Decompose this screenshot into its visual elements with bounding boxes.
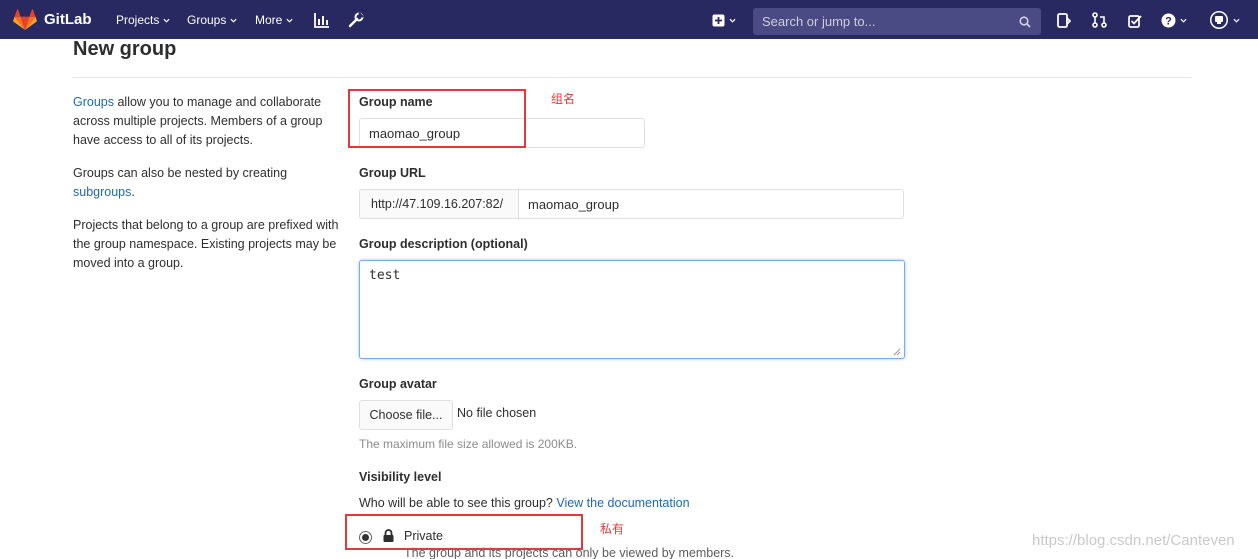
chevron-down-icon xyxy=(163,18,170,23)
group-description-label: Group description (optional) xyxy=(359,237,528,251)
info-text: Groups can also be nested by creating xyxy=(73,166,288,180)
activity-chart-icon[interactable] xyxy=(314,12,330,28)
svg-text:?: ? xyxy=(1165,16,1172,28)
group-url-label: Group URL xyxy=(359,166,426,180)
search-icon xyxy=(1019,16,1031,28)
group-info-panel: Groups allow you to manage and collabora… xyxy=(73,93,341,287)
nav-more[interactable]: More xyxy=(255,13,293,27)
nav-projects-label: Projects xyxy=(116,13,160,27)
visibility-level-label: Visibility level xyxy=(359,470,442,484)
visibility-question-text: Who will be able to see this group? xyxy=(359,496,557,510)
visibility-question: Who will be able to see this group? View… xyxy=(359,496,690,510)
info-paragraph-groups: Groups allow you to manage and collabora… xyxy=(73,93,341,150)
annotation-box-group-name xyxy=(348,89,526,148)
chevron-down-icon xyxy=(1180,18,1187,23)
info-text-end: . xyxy=(131,185,135,199)
issues-icon[interactable] xyxy=(1057,12,1071,28)
choose-file-button[interactable]: Choose file... xyxy=(359,400,453,430)
chevron-down-icon xyxy=(1232,18,1240,23)
todos-icon[interactable] xyxy=(1127,13,1142,28)
gitlab-home-link[interactable]: GitLab xyxy=(13,8,92,31)
divider xyxy=(73,77,1191,78)
groups-link[interactable]: Groups xyxy=(73,95,114,109)
top-navbar: GitLab Projects Groups More ? xyxy=(0,0,1258,39)
help-question-icon: ? xyxy=(1161,13,1176,28)
merge-requests-icon[interactable] xyxy=(1091,12,1107,28)
nav-projects[interactable]: Projects xyxy=(116,13,170,27)
no-file-chosen-text: No file chosen xyxy=(457,406,537,420)
help-dropdown[interactable]: ? xyxy=(1159,13,1189,28)
chevron-down-icon xyxy=(729,18,736,23)
nav-more-label: More xyxy=(255,13,283,27)
brand-name: GitLab xyxy=(44,11,92,28)
subgroups-link[interactable]: subgroups xyxy=(73,185,131,199)
annotation-name-note: 组名 xyxy=(551,92,576,106)
group-url-prefix: http://47.109.16.207:82/ xyxy=(359,189,519,219)
annotation-private-note: 私有 xyxy=(600,522,625,536)
plus-square-icon xyxy=(712,14,725,26)
group-path-input[interactable]: maomao_group xyxy=(518,189,904,219)
page-title: New group xyxy=(73,38,177,60)
chevron-down-icon xyxy=(230,18,237,23)
nav-groups[interactable]: Groups xyxy=(187,13,237,27)
avatar xyxy=(1209,11,1228,29)
admin-wrench-icon[interactable] xyxy=(348,12,364,28)
gitlab-logo-icon xyxy=(13,8,37,30)
annotation-box-private xyxy=(345,514,583,550)
new-item-dropdown[interactable] xyxy=(710,13,738,27)
resize-handle-icon[interactable] xyxy=(893,348,901,356)
info-paragraph-namespace: Projects that belong to a group are pref… xyxy=(73,218,339,270)
group-description-textarea[interactable]: test xyxy=(359,260,905,359)
group-avatar-label: Group avatar xyxy=(359,377,437,391)
view-documentation-link[interactable]: View the documentation xyxy=(556,496,689,510)
search-input[interactable] xyxy=(762,14,1012,29)
search-box[interactable] xyxy=(753,8,1041,35)
info-paragraph-subgroups: Groups can also be nested by creating su… xyxy=(73,164,341,202)
nav-groups-label: Groups xyxy=(187,13,227,27)
chevron-down-icon xyxy=(286,18,293,23)
max-file-size-hint: The maximum file size allowed is 200KB. xyxy=(359,437,578,451)
watermark: https://blog.csdn.net/Canteven xyxy=(1032,532,1235,549)
user-menu-dropdown[interactable] xyxy=(1206,10,1242,30)
